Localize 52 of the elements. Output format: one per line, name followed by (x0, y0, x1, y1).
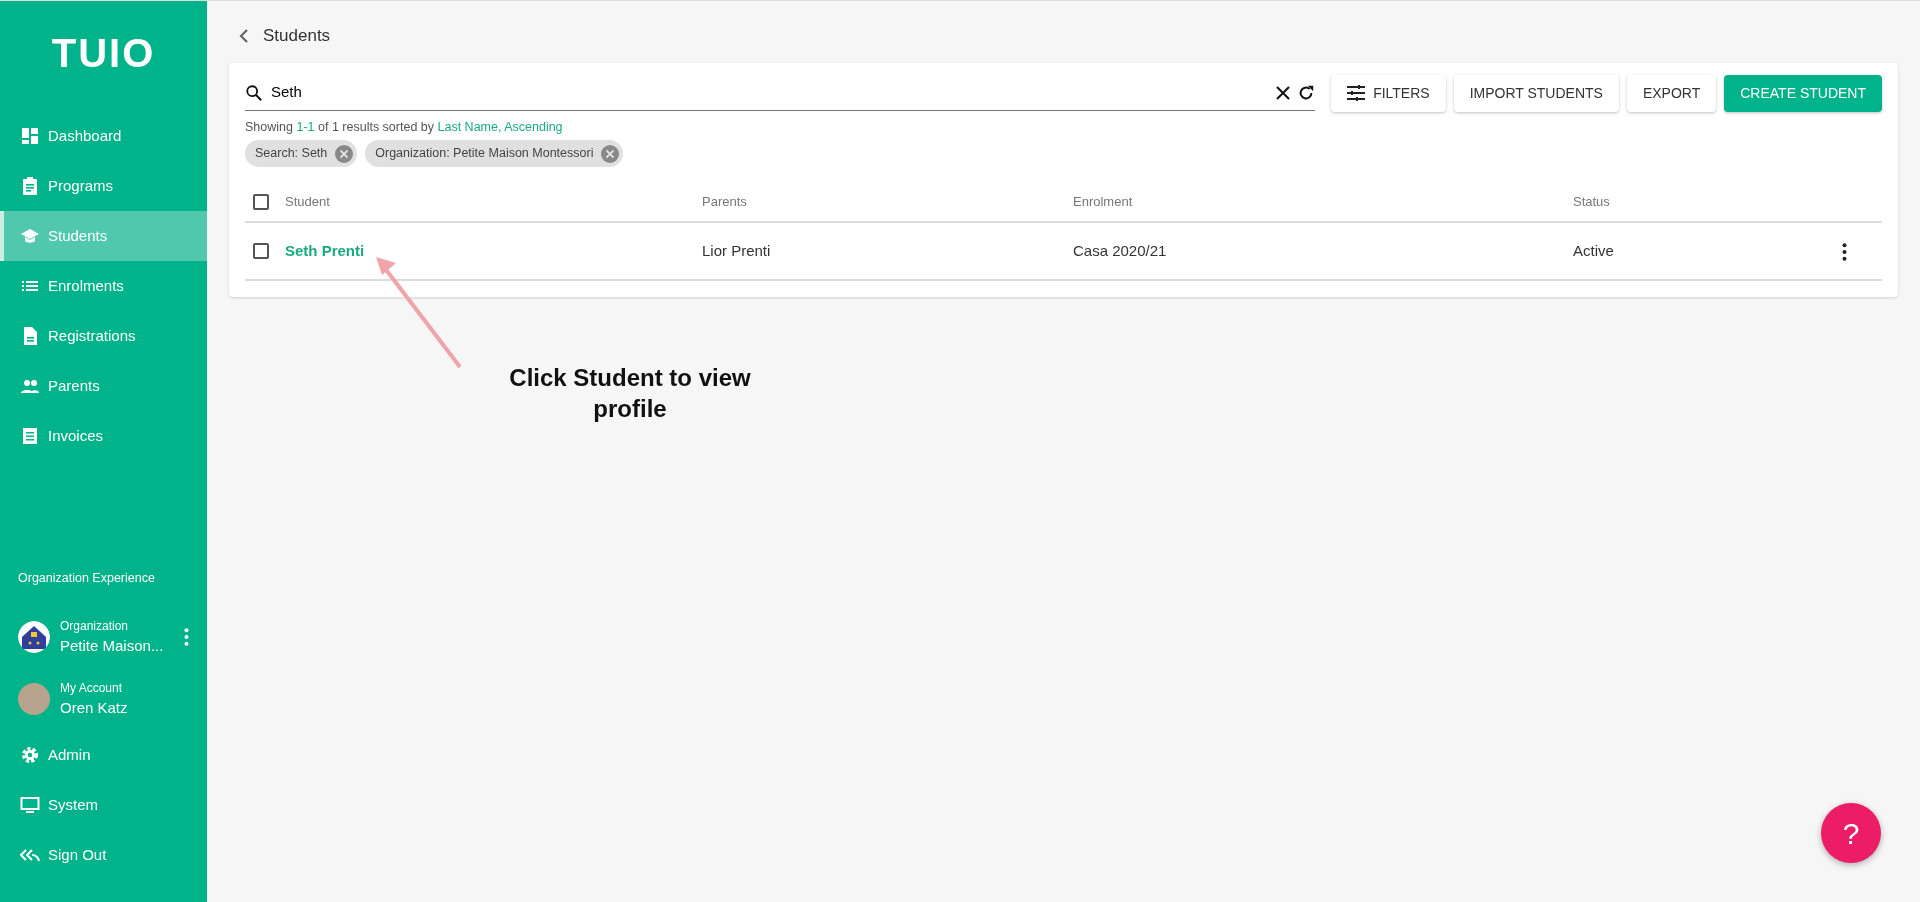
action-button[interactable]: CREATE STUDENT (1724, 74, 1882, 112)
sliders-icon (1347, 85, 1366, 101)
avatar-placeholder (18, 683, 50, 715)
remove-icon[interactable] (601, 144, 620, 163)
action-button[interactable]: IMPORT STUDENTS (1453, 74, 1619, 112)
column-header: Parents (702, 194, 747, 210)
results-summary: Showing 1-1 of 1 results sorted by Last Name, Ascending (245, 118, 564, 136)
sidebar-item[interactable]: Parents (0, 361, 207, 411)
account-caption: Organization (60, 617, 130, 635)
sidebar-item[interactable]: Students (0, 211, 207, 261)
annotation-text: Click Student to view profile (508, 363, 752, 425)
clear-icon[interactable] (1275, 84, 1292, 101)
logo[interactable]: TUIO (51, 23, 156, 83)
column-header: Student (285, 194, 330, 210)
table-cell: Casa 2020/21 (1073, 241, 1167, 259)
remove-icon[interactable] (335, 144, 354, 163)
filter-chip: Search: Seth (245, 140, 358, 167)
sidebar-item[interactable]: Programs (0, 161, 207, 211)
select-all-checkbox[interactable] (253, 194, 269, 210)
action-button[interactable]: FILTERS (1331, 74, 1446, 112)
sidebar-item[interactable]: Registrations (0, 311, 207, 361)
column-header: Status (1573, 194, 1610, 210)
help-button[interactable]: ? (1821, 803, 1881, 863)
account-name[interactable]: Petite Maison... (60, 634, 174, 658)
account-name[interactable]: Oren Katz (60, 696, 189, 720)
page-title: Students (263, 25, 331, 47)
refresh-icon[interactable] (1297, 83, 1316, 102)
sidebar-item[interactable]: Enrolments (0, 261, 207, 311)
sidebar-item[interactable]: System (0, 780, 207, 830)
table-cell: Active (1573, 241, 1614, 259)
section-title: Organization Experience (17, 570, 156, 588)
monitor-icon (20, 795, 40, 815)
dashboard-icon (20, 126, 40, 146)
action-button[interactable]: EXPORT (1626, 74, 1717, 112)
house-avatar-icon (18, 621, 50, 653)
sidebar-item[interactable]: Dashboard (0, 111, 207, 161)
column-header: Enrolment (1073, 194, 1133, 210)
receipt-icon (20, 426, 40, 446)
sidebar-item[interactable]: Sign Out (0, 830, 207, 880)
clipboard-icon (20, 176, 40, 196)
sidebar-item[interactable]: Admin (0, 730, 207, 780)
table-cell: Lior Prenti (702, 241, 771, 259)
search-icon (245, 83, 263, 102)
back-icon[interactable] (239, 27, 249, 44)
filter-chip: Organization: Petite Maison Montessori (365, 140, 624, 167)
search-field[interactable]: Seth (269, 80, 1270, 105)
sidebar-item[interactable]: Invoices (0, 411, 207, 461)
more-menu-icon[interactable] (1842, 242, 1847, 261)
row-checkbox[interactable] (253, 243, 269, 259)
account-caption: My Account (60, 679, 124, 697)
settings-icon (20, 745, 40, 765)
student-link[interactable]: Seth Prenti (285, 241, 365, 259)
